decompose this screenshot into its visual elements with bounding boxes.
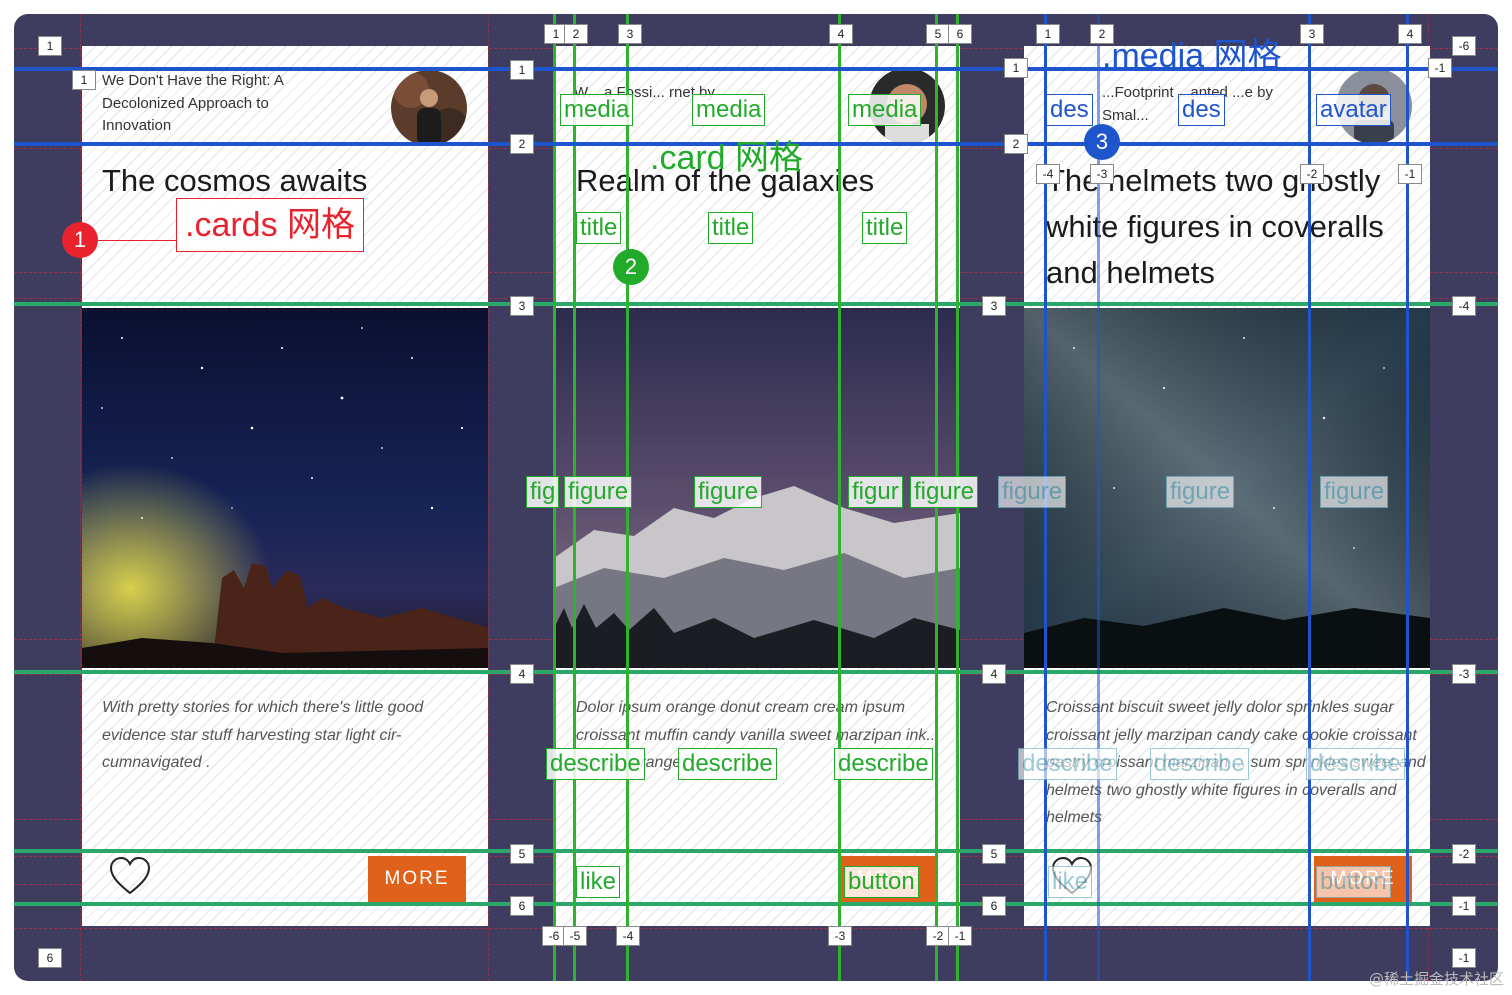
card-figure <box>82 308 488 668</box>
area-label-title: title <box>862 212 908 244</box>
line-number: -1 <box>948 926 972 946</box>
area-label-media: media <box>560 94 634 126</box>
area-label-describe: describe <box>1150 748 1249 780</box>
marker-connector <box>98 240 176 241</box>
line-number: 1 <box>1036 24 1060 44</box>
media-grid-marker: 3 <box>1084 124 1120 160</box>
card-grid-marker: 2 <box>613 249 649 285</box>
line-number: 2 <box>564 24 588 44</box>
card-grid-row-line <box>14 849 1498 853</box>
watermark: @稀土掘金技术社区 <box>1368 970 1504 988</box>
line-number: 5 <box>982 844 1006 864</box>
line-number: 1 <box>1004 58 1028 78</box>
heart-icon-svg <box>109 856 151 895</box>
line-number: 6 <box>948 24 972 44</box>
starry-desert-image <box>82 308 488 668</box>
area-label-like: like <box>1048 866 1093 898</box>
line-number: -3 <box>1452 664 1476 684</box>
area-label-describe: describe <box>1018 748 1117 780</box>
area-label-button: button <box>1316 866 1391 898</box>
line-number: 4 <box>982 664 1006 684</box>
line-number: -1 <box>1428 58 1452 78</box>
line-number: -1 <box>1452 948 1476 968</box>
avatar <box>391 70 467 146</box>
line-number: 1 <box>38 36 62 56</box>
line-number: -2 <box>1452 844 1476 864</box>
area-label-des: des <box>1046 94 1093 126</box>
line-number: 2 <box>1004 134 1028 154</box>
line-number: 6 <box>38 948 62 968</box>
card-grid-row-line <box>14 902 1498 906</box>
line-number: -2 <box>926 926 950 946</box>
media-text[interactable]: We Don't Have the Right: A Decolonized A… <box>102 70 334 138</box>
line-number: -3 <box>1090 164 1114 184</box>
area-label-describe: describe <box>678 748 777 780</box>
area-label-title: title <box>576 212 622 244</box>
area-label-figure: figure <box>564 476 633 508</box>
area-label-button: button <box>844 866 919 898</box>
card-1: We Don't Have the Right: A Decolonized A… <box>82 46 488 926</box>
grid-inspector-canvas: We Don't Have the Right: A Decolonized A… <box>14 14 1498 981</box>
heart-icon[interactable] <box>108 856 152 896</box>
area-label-figure: figure <box>910 476 979 508</box>
card-grid-column-line <box>838 14 841 981</box>
line-number: 5 <box>926 24 950 44</box>
media-grid-label: .media 网格 <box>1102 37 1282 75</box>
area-label-like: like <box>576 866 621 898</box>
line-number: 6 <box>982 896 1006 916</box>
line-number: 4 <box>829 24 853 44</box>
more-button[interactable]: MORE <box>368 856 466 902</box>
avatar-image <box>391 70 467 146</box>
area-label-fig: fig <box>526 476 560 508</box>
line-number: 6 <box>510 896 534 916</box>
area-label-media: media <box>692 94 766 126</box>
line-number: -4 <box>1452 296 1476 316</box>
media-grid-column-line <box>1308 14 1311 981</box>
line-number: -1 <box>1398 164 1422 184</box>
area-label-describe: describe <box>1306 748 1405 780</box>
area-label-des: des <box>1178 94 1225 126</box>
area-label-figure: figure <box>1166 476 1235 508</box>
line-number: 3 <box>1300 24 1324 44</box>
area-label-title: title <box>708 212 754 244</box>
line-number: -2 <box>1300 164 1324 184</box>
line-number: 3 <box>510 296 534 316</box>
area-label-figure: figure <box>694 476 763 508</box>
line-number: 5 <box>510 844 534 864</box>
cards-row-guide <box>14 928 1498 929</box>
line-number: -1 <box>1452 896 1476 916</box>
area-label-describe: describe <box>834 748 933 780</box>
cards-grid-label: .cards 网格 <box>176 198 365 252</box>
line-number: 1 <box>72 70 96 90</box>
line-number: -6 <box>1452 36 1476 56</box>
cards-column-guide <box>488 14 489 981</box>
line-number: -5 <box>563 926 587 946</box>
card-grid-row-line <box>14 670 1498 674</box>
line-number: -4 <box>616 926 640 946</box>
line-number: 4 <box>510 664 534 684</box>
line-number: -3 <box>828 926 852 946</box>
line-number: 3 <box>618 24 642 44</box>
line-number: 4 <box>1398 24 1422 44</box>
card-grid-row-line <box>14 302 1498 306</box>
area-label-figure: figure <box>998 476 1067 508</box>
cards-grid-marker: 1 <box>62 222 98 258</box>
area-label-media: media <box>848 94 922 126</box>
area-label-avatar: avatar <box>1316 94 1391 126</box>
line-number: 2 <box>510 134 534 154</box>
line-number: -4 <box>1036 164 1060 184</box>
card-grid-label: .card 网格 <box>650 139 804 177</box>
line-number: 3 <box>982 296 1006 316</box>
area-label-figur: figur <box>848 476 903 508</box>
card-description: With pretty stories for which there's li… <box>102 699 424 771</box>
area-label-describe: describe <box>546 748 645 780</box>
media-grid-column-line <box>1406 14 1409 981</box>
line-number: 1 <box>510 60 534 80</box>
cards-column-guide <box>80 14 81 981</box>
area-label-figure: figure <box>1320 476 1389 508</box>
